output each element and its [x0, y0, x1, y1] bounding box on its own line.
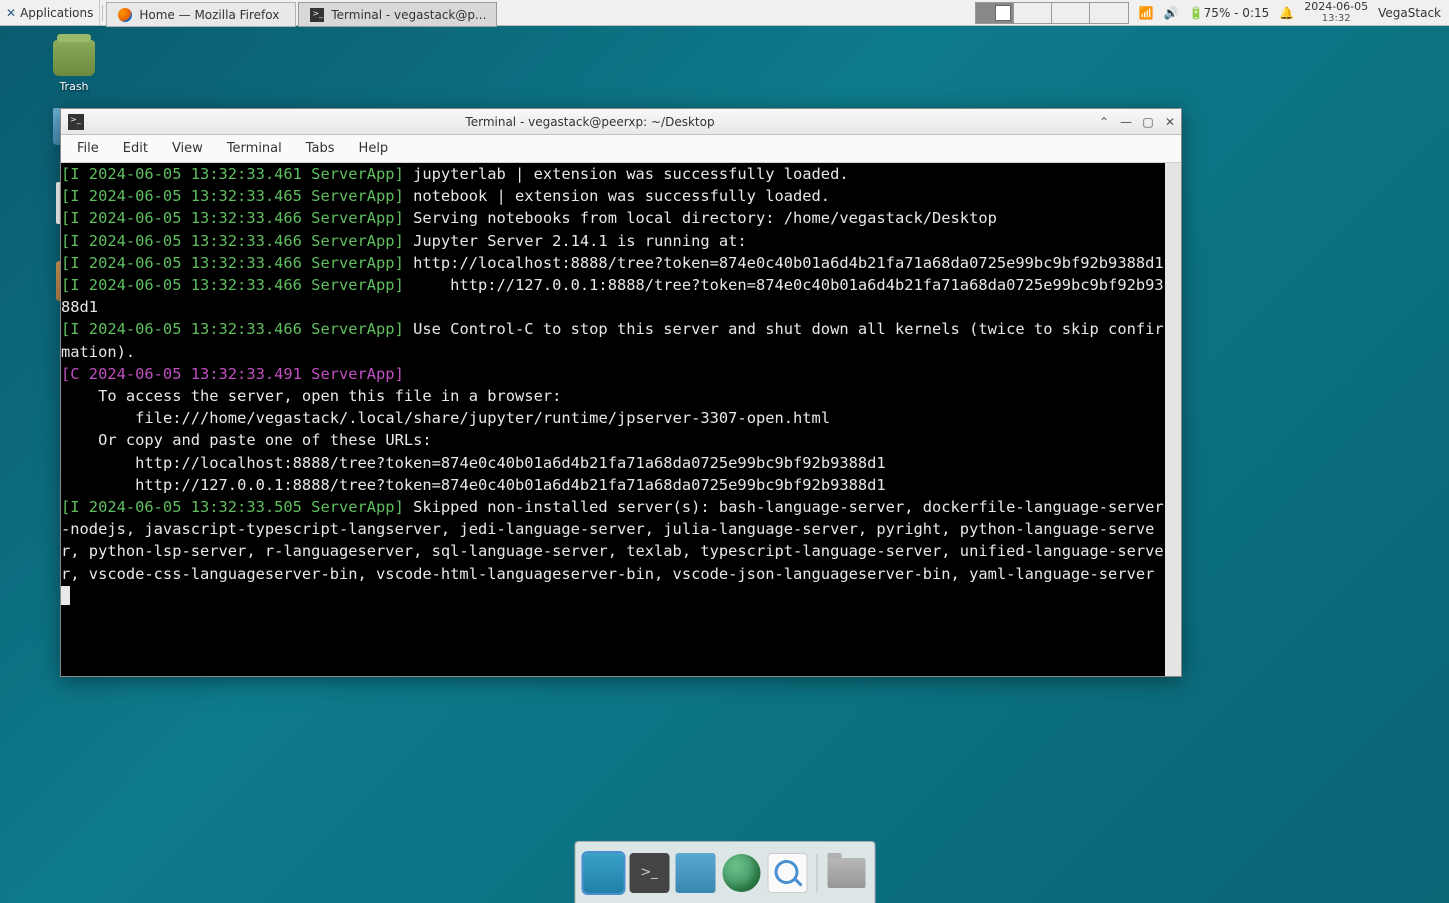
workspace-2[interactable]: [1014, 3, 1052, 23]
menu-edit[interactable]: Edit: [113, 137, 158, 160]
panel-separator: [102, 5, 103, 21]
terminal-line: [C 2024-06-05 13:32:33.491 ServerApp]: [61, 363, 1165, 385]
battery-icon[interactable]: 🔋75% - 0:15: [1189, 6, 1270, 20]
workspace-3[interactable]: [1052, 3, 1090, 23]
task-terminal[interactable]: Terminal - vegastack@p...: [298, 2, 497, 27]
terminal-line: [I 2024-06-05 13:32:33.466 ServerApp] ht…: [61, 252, 1165, 274]
firefox-icon: [117, 7, 133, 23]
minimize-button[interactable]: —: [1115, 111, 1137, 133]
time-text: 13:32: [1304, 13, 1368, 24]
terminal-cursor: [61, 586, 70, 605]
applications-label: Applications: [20, 6, 93, 20]
workspace-1[interactable]: [976, 3, 1014, 23]
dock-separator: [816, 854, 817, 892]
xfce-icon: ✕: [6, 6, 16, 20]
dock: [574, 841, 875, 903]
terminal-icon: [309, 7, 325, 23]
menu-terminal[interactable]: Terminal: [217, 137, 292, 160]
dock-show-desktop[interactable]: [583, 853, 623, 893]
dock-web-browser[interactable]: [721, 853, 761, 893]
window-controls: ⌃ — ▢ ✕: [1093, 111, 1181, 133]
window-title: Terminal - vegastack@peerxp: ~/Desktop: [87, 115, 1093, 129]
volume-icon[interactable]: 🔊: [1164, 6, 1179, 20]
desktop-trash[interactable]: Trash: [44, 40, 104, 93]
menu-tabs[interactable]: Tabs: [296, 137, 345, 160]
trash-icon: [53, 40, 95, 76]
dropdown-button[interactable]: ⌃: [1093, 111, 1115, 133]
top-panel: ✕ Applications Home — Mozilla Firefox Te…: [0, 0, 1449, 26]
terminal-line: To access the server, open this file in …: [61, 385, 1165, 407]
notification-icon[interactable]: 🔔: [1279, 6, 1294, 20]
panel-tray: 📶 🔊 🔋75% - 0:15 🔔 2024-06-05 13:32 VegaS…: [967, 0, 1449, 25]
task-label: Home — Mozilla Firefox: [139, 8, 279, 22]
terminal-line: [I 2024-06-05 13:32:33.466 ServerApp] Ju…: [61, 230, 1165, 252]
titlebar[interactable]: Terminal - vegastack@peerxp: ~/Desktop ⌃…: [61, 109, 1181, 135]
user-label[interactable]: VegaStack: [1378, 6, 1441, 20]
terminal-line: [I 2024-06-05 13:32:33.466 ServerApp] Us…: [61, 318, 1165, 362]
applications-menu[interactable]: ✕ Applications: [0, 0, 100, 25]
task-firefox[interactable]: Home — Mozilla Firefox: [106, 2, 296, 27]
taskbar: Home — Mozilla Firefox Terminal - vegast…: [105, 0, 498, 25]
terminal-line: [I 2024-06-05 13:32:33.461 ServerApp] ju…: [61, 163, 1165, 185]
network-icon[interactable]: 📶: [1139, 6, 1154, 20]
dock-folder[interactable]: [826, 853, 866, 893]
terminal-line: [I 2024-06-05 13:32:33.465 ServerApp] no…: [61, 185, 1165, 207]
task-label: Terminal - vegastack@p...: [331, 8, 486, 22]
scrollbar-thumb[interactable]: [1165, 163, 1181, 445]
terminal-line: [I 2024-06-05 13:32:33.466 ServerApp] Se…: [61, 207, 1165, 229]
terminal-line: Or copy and paste one of these URLs:: [61, 429, 1165, 451]
maximize-button[interactable]: ▢: [1137, 111, 1159, 133]
menu-view[interactable]: View: [162, 137, 213, 160]
menu-help[interactable]: Help: [349, 137, 399, 160]
menu-file[interactable]: File: [67, 137, 109, 160]
workspace-switcher[interactable]: [975, 2, 1129, 24]
clock[interactable]: 2024-06-05 13:32: [1304, 1, 1368, 24]
dock-terminal[interactable]: [629, 853, 669, 893]
menubar: File Edit View Terminal Tabs Help: [61, 135, 1181, 163]
icon-label: Trash: [44, 80, 104, 93]
terminal-line: http://localhost:8888/tree?token=874e0c4…: [61, 452, 1165, 474]
dock-files[interactable]: [675, 853, 715, 893]
close-button[interactable]: ✕: [1159, 111, 1181, 133]
workspace-4[interactable]: [1090, 3, 1128, 23]
terminal-line: http://127.0.0.1:8888/tree?token=874e0c4…: [61, 474, 1165, 496]
terminal-line: [I 2024-06-05 13:32:33.505 ServerApp] Sk…: [61, 496, 1165, 585]
terminal-line: [I 2024-06-05 13:32:33.466 ServerApp] ht…: [61, 274, 1165, 318]
terminal-window: Terminal - vegastack@peerxp: ~/Desktop ⌃…: [60, 108, 1182, 677]
dock-search[interactable]: [767, 853, 807, 893]
window-icon: [65, 114, 87, 130]
terminal-line: file:///home/vegastack/.local/share/jupy…: [61, 407, 1165, 429]
terminal-output[interactable]: [I 2024-06-05 13:32:33.461 ServerApp] ju…: [61, 163, 1181, 676]
date-text: 2024-06-05: [1304, 1, 1368, 13]
